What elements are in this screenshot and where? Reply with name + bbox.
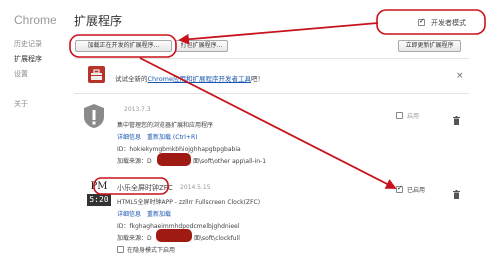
promo-close-icon[interactable]: × [456, 71, 464, 81]
extension-2-load-label: 加载来源： [117, 235, 148, 242]
redaction-mark [157, 153, 191, 166]
extension-2-load-prefix: D [147, 235, 152, 242]
pack-extension-button[interactable]: 打包扩展程序... [175, 40, 228, 52]
redaction-mark [156, 229, 192, 242]
extension-2-reload-link[interactable]: 重新加载 [147, 209, 171, 218]
clock-app-icon: PM 5:20 [87, 181, 111, 211]
extension-1-version: 2013.7.3 [124, 106, 151, 113]
promo-text: 试试全新的Chrome应用和扩展程序开发者工具吧！ [115, 73, 264, 83]
extension-puzzle-icon [83, 103, 105, 129]
toolbox-icon [88, 66, 105, 83]
dev-tools-link[interactable]: Chrome应用和扩展程序开发者工具 [148, 75, 252, 83]
extension-1-reload-link[interactable]: 重新加载 (Ctrl+R) [147, 132, 197, 141]
extension-2-incognito-label[interactable]: 在隐身模式下启用 [127, 245, 175, 254]
chrome-logo-text: Chrome [14, 13, 57, 27]
extension-1-load-path: 面\soft\other app\all-in-1 [193, 158, 267, 165]
promo-suffix: 吧！ [251, 75, 264, 83]
extension-2-id-label: ID： [117, 223, 130, 230]
sidebar-item-settings[interactable]: 设置 [14, 69, 28, 79]
page-title: 扩展程序 [74, 14, 123, 28]
extension-2-trash-icon[interactable] [453, 184, 460, 199]
clock-icon-ampm: PM [90, 181, 108, 192]
extension-2-name: 小乐全屏时钟ZFC [117, 184, 173, 192]
extension-2-description: HTML5全屏时钟APP - zzllrr Fullscreen Clock(Z… [117, 199, 261, 206]
developer-mode-checkbox[interactable] [418, 17, 425, 26]
clock-icon-time: 5:20 [87, 194, 111, 206]
extension-2-incognito-checkbox[interactable] [117, 246, 124, 253]
extension-1-trash-icon[interactable] [453, 110, 460, 125]
extension-2-enable-checkbox[interactable] [396, 184, 403, 193]
extension-1-details-link[interactable]: 详细信息 [117, 132, 141, 141]
extension-1-enable-checkbox[interactable] [396, 112, 403, 119]
extension-1-enable-label[interactable]: 启用 [407, 111, 419, 120]
extension-1-description: 集中管理您的浏览器扩展和应用程序 [117, 122, 214, 129]
extension-1-load-source: 加载来源：D [117, 156, 152, 165]
extension-1-load-label: 加载来源： [117, 158, 148, 165]
sidebar-item-extensions[interactable]: 扩展程序 [14, 54, 42, 64]
extension-1-load-prefix: D [147, 158, 152, 165]
extension-1-id-label: ID： [117, 146, 130, 153]
extension-1-id-value: hokiekymgbmkbhiojghhapgbpgbabia [129, 146, 241, 153]
extension-2-enable-label[interactable]: 已启用 [407, 185, 425, 194]
promo-prefix: 试试全新的 [115, 75, 148, 83]
sidebar-item-history[interactable]: 历史记录 [14, 39, 42, 49]
extension-1-id: ID：hokiekymgbmkbhiojghhapgbpgbabia [117, 144, 241, 153]
extension-2-load-source: 加载来源：D [117, 233, 152, 242]
sidebar-item-about[interactable]: 关于 [14, 99, 28, 109]
toolbar-divider [74, 58, 469, 59]
update-extensions-button[interactable]: 立即更新扩展程序 [398, 40, 461, 52]
developer-mode-label[interactable]: 开发者模式 [431, 18, 466, 28]
promo-divider [74, 93, 469, 94]
arrow-to-load-button [178, 22, 379, 45]
extension-2-details-link[interactable]: 详细信息 [117, 209, 141, 218]
extension-2-version: 2014.5.15 [180, 184, 211, 191]
extension-2-load-path: 面\soft\clockfull [194, 235, 240, 242]
load-unpacked-button[interactable]: 加载正在开发的扩展程序... [75, 40, 172, 52]
